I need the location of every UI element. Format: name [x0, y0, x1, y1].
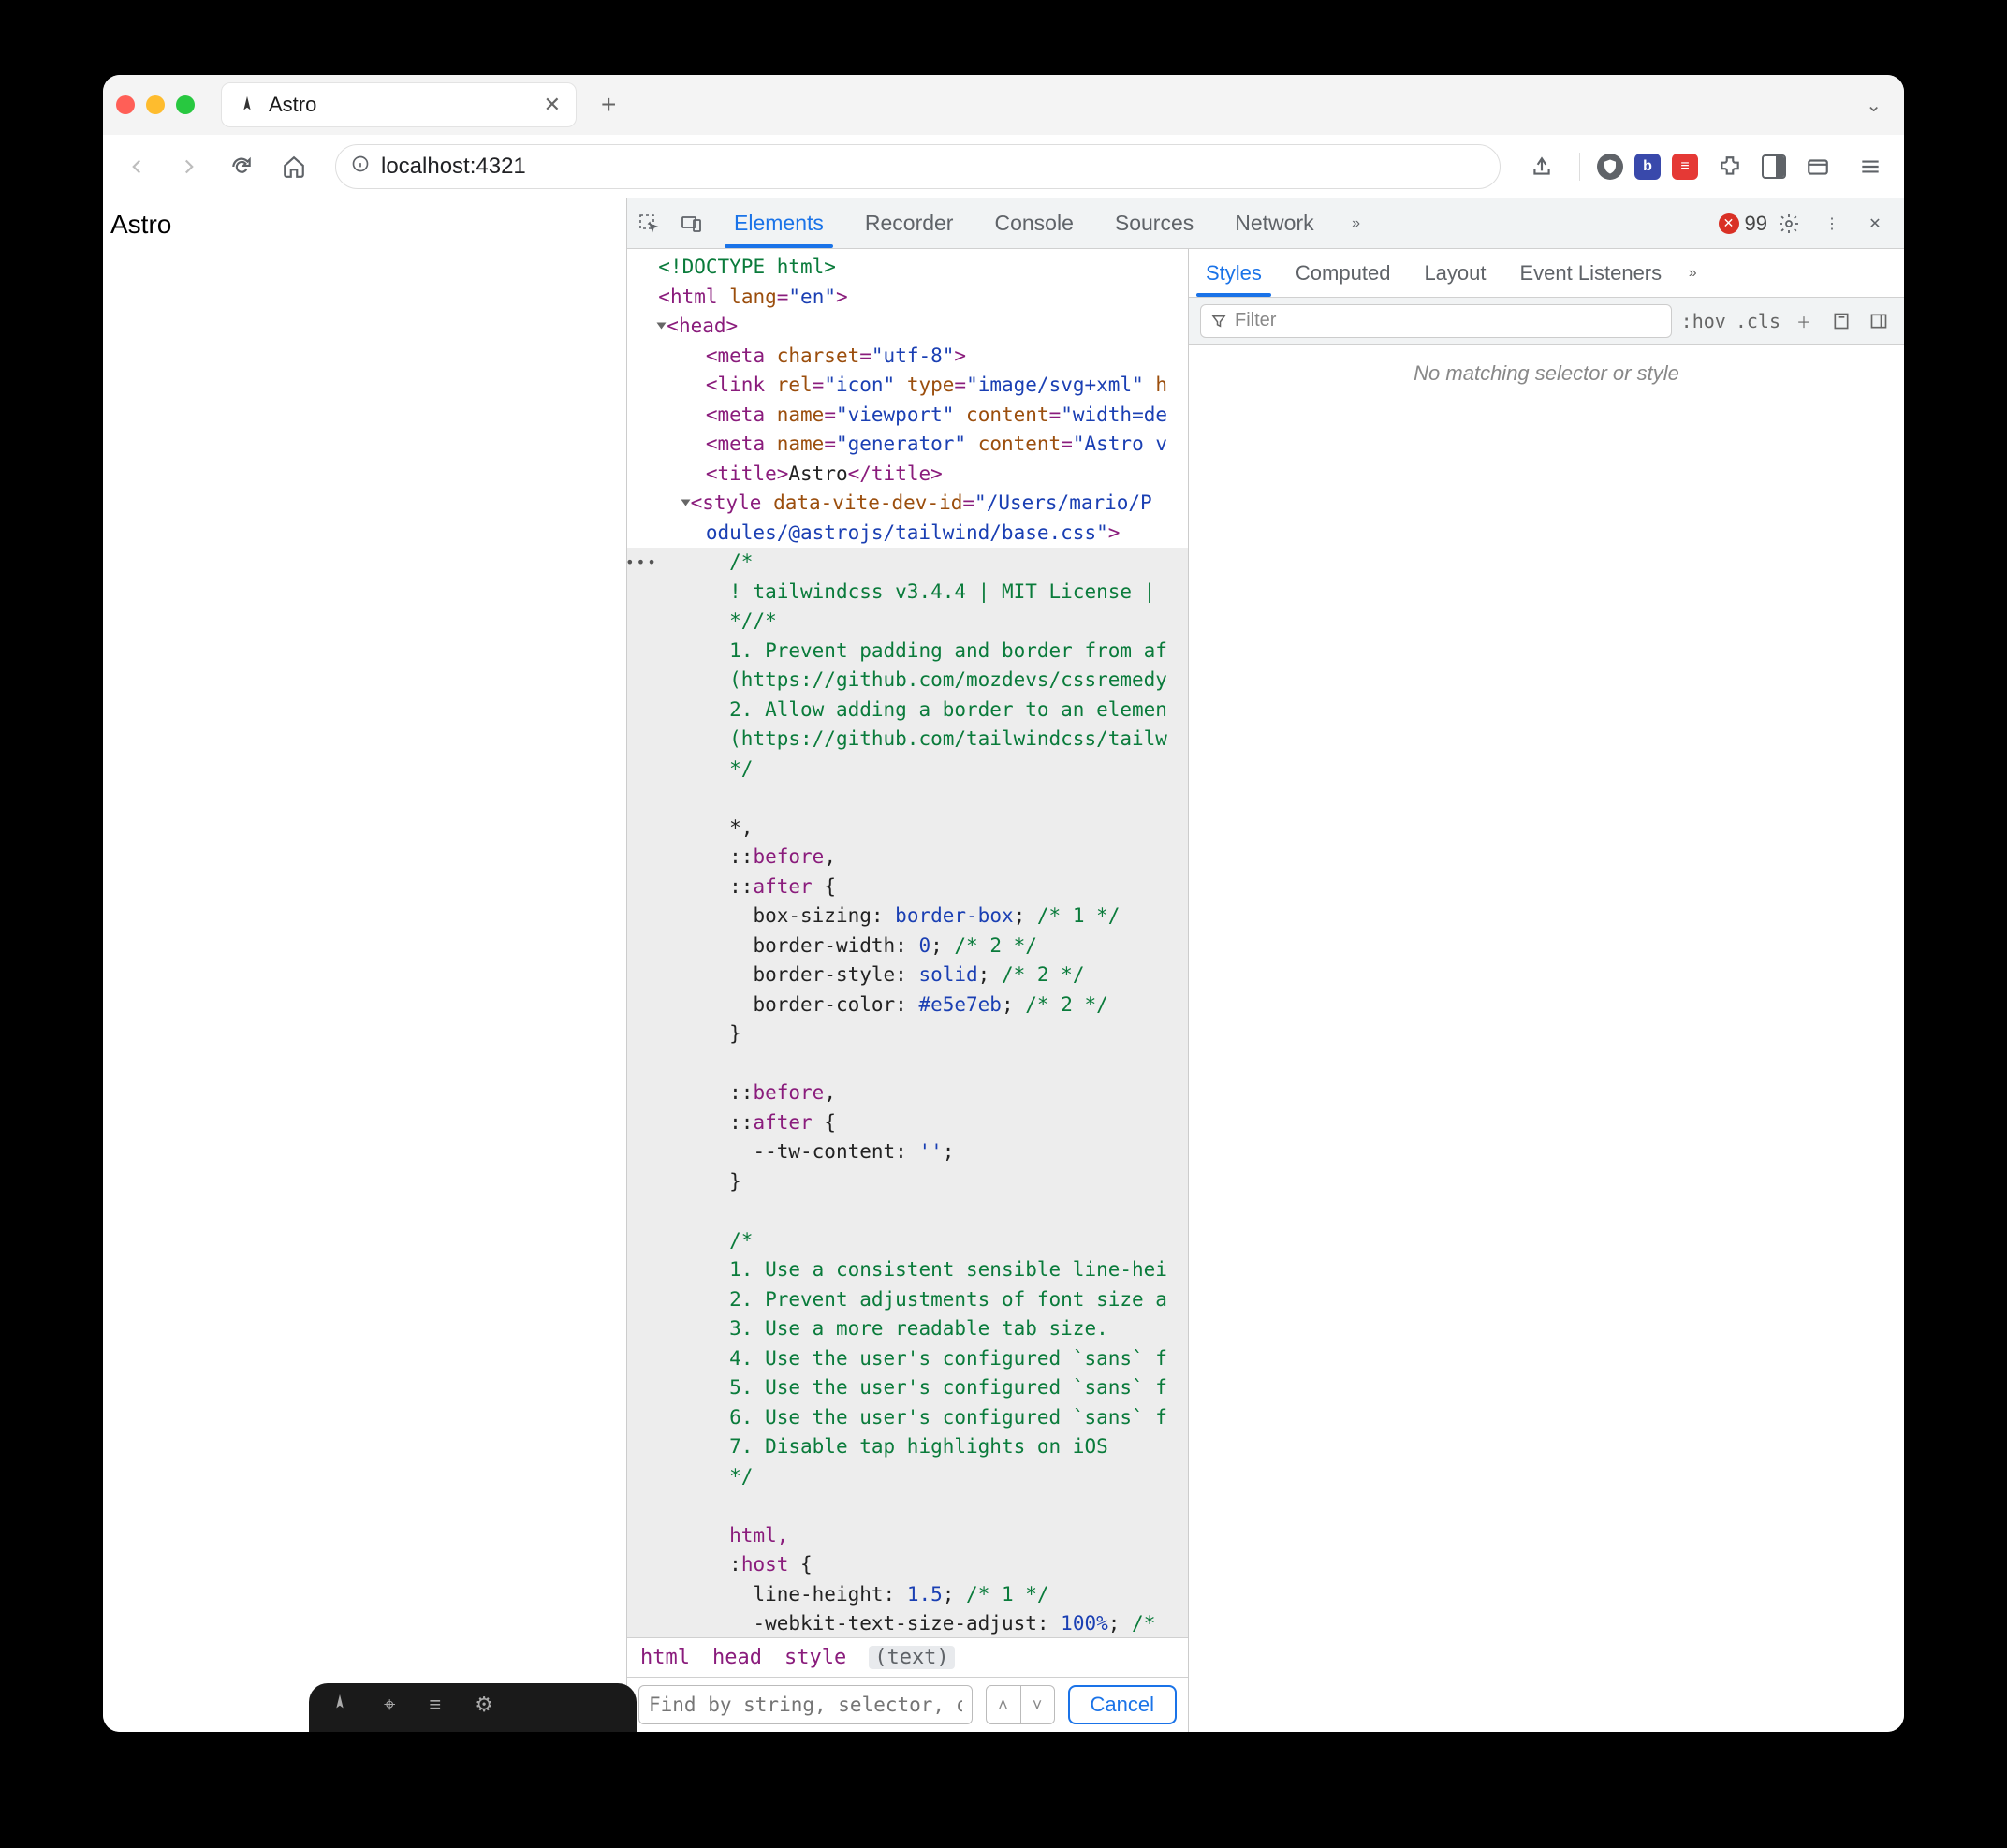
devtools-tabbar: Elements Recorder Console Sources Networ… [627, 198, 1904, 249]
share-button[interactable] [1521, 146, 1562, 187]
tab-overflow-button[interactable]: ⌄ [1866, 94, 1882, 117]
content-area: Astro Elements Recorder Console Sources … [103, 198, 1904, 1732]
error-icon: ✕ [1719, 213, 1739, 234]
styles-filter-row: Filter :hov .cls ＋ [1189, 298, 1904, 345]
styles-tabbar: Styles Computed Layout Event Listeners » [1189, 249, 1904, 298]
selected-text-node: ••• /* ! tailwindcss v3.4.4 | MIT Licens… [627, 548, 1188, 1637]
tab-network[interactable]: Network [1214, 198, 1334, 248]
todoist-extension-icon[interactable]: ≡ [1672, 154, 1698, 180]
tabstrip: Astro ✕ + ⌄ [103, 75, 1904, 135]
astro-favicon-icon [237, 95, 257, 115]
bitwarden-extension-icon[interactable]: b [1634, 154, 1661, 180]
search-next-icon[interactable]: ˅ [1020, 1686, 1054, 1723]
reload-button[interactable] [221, 146, 262, 187]
inspect-element-icon[interactable] [627, 202, 670, 245]
astro-toolbar-inspect-icon[interactable]: ⌖ [384, 1693, 395, 1717]
tab-recorder[interactable]: Recorder [844, 198, 974, 248]
astro-toolbar-logo-icon[interactable] [330, 1693, 350, 1719]
filter-placeholder: Filter [1235, 310, 1276, 331]
elements-panel: <!DOCTYPE html> <html lang="en"> <head> … [627, 249, 1189, 1732]
tab-layout[interactable]: Layout [1407, 249, 1502, 297]
device-toolbar-icon[interactable] [670, 202, 713, 245]
toggle-sidebar-icon[interactable] [1865, 312, 1893, 330]
page-viewport: Astro [103, 198, 627, 1732]
hov-toggle[interactable]: :hov [1681, 310, 1726, 332]
app-menu-button[interactable] [1850, 146, 1891, 187]
dom-tree[interactable]: <!DOCTYPE html> <html lang="en"> <head> … [627, 249, 1188, 1637]
dom-search-input[interactable] [638, 1685, 973, 1724]
devtools: Elements Recorder Console Sources Networ… [627, 198, 1904, 1732]
tab-computed[interactable]: Computed [1279, 249, 1408, 297]
wallet-button[interactable] [1797, 146, 1839, 187]
site-info-icon[interactable] [351, 154, 370, 178]
astro-toolbar-audit-icon[interactable]: ≡ [429, 1693, 441, 1717]
close-tab-icon[interactable]: ✕ [544, 93, 561, 117]
devtools-more-icon[interactable]: ⋮ [1810, 202, 1853, 245]
extensions-button[interactable] [1709, 146, 1751, 187]
error-count: 99 [1745, 212, 1767, 236]
home-button[interactable] [273, 146, 315, 187]
cls-toggle[interactable]: .cls [1736, 310, 1780, 332]
devtools-close-icon[interactable]: ✕ [1853, 202, 1897, 245]
brave-shields-icon[interactable] [1597, 154, 1623, 180]
page-heading: Astro [110, 210, 171, 239]
search-prev-icon[interactable]: ˄ [987, 1686, 1020, 1723]
dom-breadcrumbs[interactable]: html head style (text) [627, 1637, 1188, 1677]
search-step-controls: ˄ ˅ [986, 1685, 1055, 1724]
tab-elements[interactable]: Elements [713, 198, 844, 248]
search-cancel-button[interactable]: Cancel [1068, 1685, 1177, 1724]
address-bar[interactable]: localhost:4321 [335, 144, 1501, 189]
browser-window: Astro ✕ + ⌄ localhost:4321 b ≡ Astro [103, 75, 1904, 1732]
tab-title: Astro [269, 93, 533, 117]
tab-sources[interactable]: Sources [1094, 198, 1214, 248]
styles-filter-input[interactable]: Filter [1200, 304, 1672, 338]
forward-button[interactable] [168, 146, 210, 187]
tab-console[interactable]: Console [974, 198, 1093, 248]
more-tabs-icon[interactable]: » [1335, 202, 1378, 245]
sidebar-toggle-button[interactable] [1762, 154, 1786, 179]
new-tab-button[interactable]: + [593, 90, 623, 120]
maximize-window-button[interactable] [176, 95, 195, 114]
browser-tab[interactable]: Astro ✕ [221, 82, 577, 127]
astro-dev-toolbar[interactable]: ⌖ ≡ ⚙ [309, 1683, 637, 1732]
astro-toolbar-settings-icon[interactable]: ⚙ [475, 1693, 493, 1717]
crumb-head[interactable]: head [712, 1646, 762, 1669]
url-text: localhost:4321 [381, 154, 526, 180]
crumb-text[interactable]: (text) [869, 1646, 954, 1669]
expand-ellipsis-icon[interactable]: ••• [627, 551, 658, 574]
back-button[interactable] [116, 146, 157, 187]
new-style-rule-icon[interactable]: ＋ [1790, 310, 1818, 332]
error-count-badge[interactable]: ✕ 99 [1719, 212, 1767, 236]
computed-sidebar-icon[interactable] [1827, 312, 1855, 330]
toolbar: localhost:4321 b ≡ [103, 135, 1904, 198]
more-styles-tabs-icon[interactable]: » [1678, 265, 1707, 282]
tab-styles[interactable]: Styles [1189, 249, 1279, 297]
minimize-window-button[interactable] [146, 95, 165, 114]
devtools-settings-icon[interactable] [1767, 202, 1810, 245]
tab-event-listeners[interactable]: Event Listeners [1503, 249, 1679, 297]
window-controls [116, 95, 195, 114]
dom-search-bar: ˄ ˅ Cancel [627, 1677, 1188, 1732]
filter-icon [1210, 313, 1227, 330]
close-window-button[interactable] [116, 95, 135, 114]
crumb-style[interactable]: style [784, 1646, 846, 1669]
crumb-html[interactable]: html [640, 1646, 690, 1669]
styles-empty-state: No matching selector or style [1189, 345, 1904, 1732]
styles-panel: Styles Computed Layout Event Listeners »… [1189, 249, 1904, 1732]
